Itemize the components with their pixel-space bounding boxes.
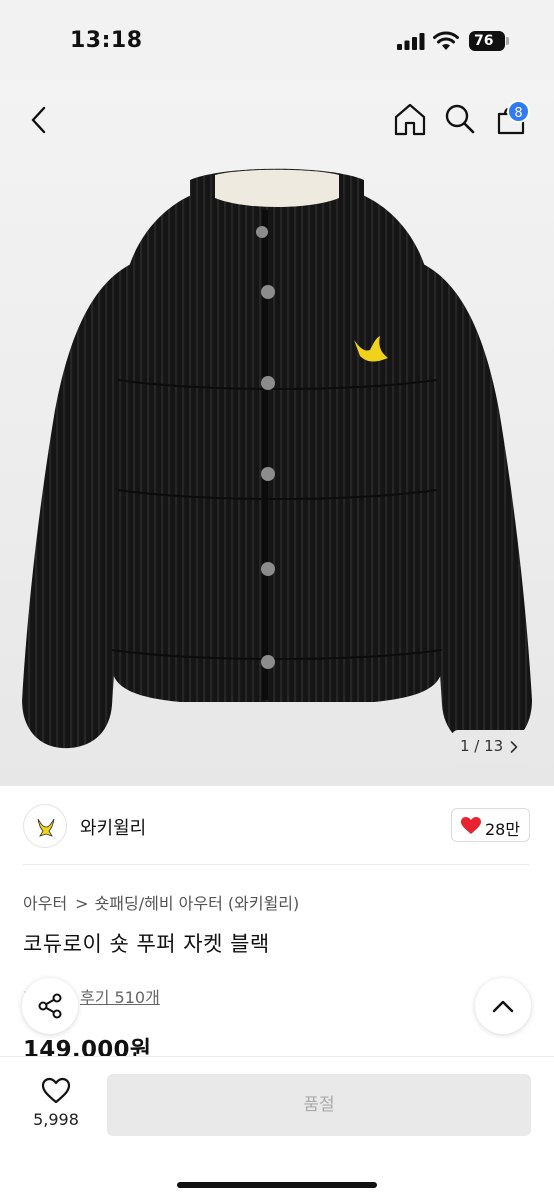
- breadcrumb-item-category[interactable]: 아우터: [23, 894, 67, 913]
- scroll-to-top-button[interactable]: [475, 978, 531, 1034]
- battery-cap: [506, 37, 509, 45]
- heart-icon: [461, 817, 481, 834]
- home-icon[interactable]: [392, 101, 428, 137]
- cart-count-badge: 8: [507, 100, 530, 123]
- review-count-link[interactable]: 후기 510개: [80, 984, 160, 1008]
- breadcrumb: 아우터 > 숏패딩/헤비 아우터 (와키윌리): [23, 890, 299, 914]
- gallery-page-counter[interactable]: 1 / 13: [452, 730, 530, 762]
- wishlist-heart-icon[interactable]: [41, 1077, 71, 1104]
- wishlist-count: 5,998: [33, 1110, 79, 1129]
- status-time: 13:18: [70, 28, 143, 53]
- product-title: 코듀로이 숏 푸퍼 자켓 블랙: [23, 932, 270, 956]
- brand-row: 와키윌리 28만: [0, 786, 554, 866]
- brand-name[interactable]: 와키윌리: [80, 814, 146, 840]
- breadcrumb-separator-icon: >: [75, 894, 89, 913]
- share-icon: [38, 993, 62, 1019]
- sold-out-button[interactable]: 품절: [107, 1074, 531, 1136]
- signal-icon: [397, 33, 425, 50]
- home-indicator: [177, 1182, 377, 1188]
- like-count: 28만: [485, 820, 521, 839]
- status-bar: 13:18 76: [0, 0, 554, 80]
- breadcrumb-item-subcategory[interactable]: 숏패딩/헤비 아우터 (와키윌리): [95, 894, 300, 913]
- chevron-up-icon: [492, 1000, 514, 1013]
- bottom-action-bar: 5,998 품절: [0, 1056, 554, 1200]
- back-icon[interactable]: [24, 100, 56, 140]
- gallery-counter-text: 1 / 13: [460, 737, 504, 755]
- brand-logo[interactable]: [23, 804, 67, 848]
- product-photo[interactable]: [0, 80, 554, 786]
- search-icon[interactable]: [444, 103, 476, 135]
- brand-logo-icon: [37, 818, 55, 837]
- battery-indicator: 76: [469, 31, 505, 51]
- divider: [23, 864, 529, 865]
- chevron-right-icon: [510, 741, 518, 753]
- wifi-icon: [433, 31, 459, 50]
- like-button[interactable]: 28만: [451, 808, 530, 842]
- share-button[interactable]: [22, 978, 78, 1034]
